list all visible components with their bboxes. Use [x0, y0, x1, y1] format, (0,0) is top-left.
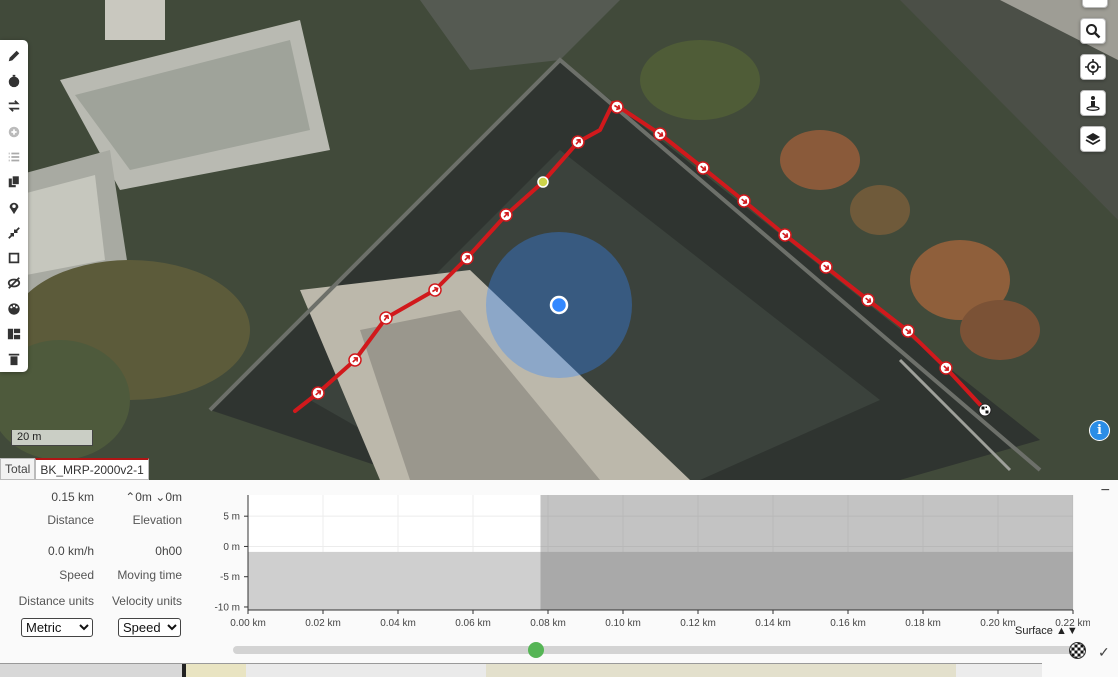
x-tick-label: 0.16 km — [830, 618, 866, 629]
x-tick-label: 0.14 km — [755, 618, 791, 629]
map-controls — [1080, 18, 1108, 162]
edit-toolbar — [0, 40, 28, 372]
x-tick-label: 0.12 km — [680, 618, 716, 629]
palette-icon[interactable] — [0, 296, 28, 321]
crop-icon[interactable] — [0, 246, 28, 271]
speed-label: Speed — [59, 568, 94, 582]
satellite-imagery — [0, 0, 1118, 480]
x-tick-label: 0.18 km — [905, 618, 941, 629]
x-tick-label: 0.00 km — [230, 618, 266, 629]
slider-thumb[interactable] — [527, 642, 544, 658]
moving-time-label: Moving time — [117, 568, 182, 582]
distance-units-select[interactable]: Metric — [21, 618, 93, 637]
zoom-control[interactable] — [1082, 0, 1108, 8]
x-tick-label: 0.04 km — [380, 618, 416, 629]
elevation-down: 0m — [165, 490, 182, 504]
reverse-icon[interactable] — [0, 94, 28, 119]
bottom-strip — [0, 663, 1042, 677]
velocity-units-label: Velocity units — [111, 594, 182, 608]
trash-icon[interactable] — [0, 347, 28, 372]
pencil-icon[interactable] — [0, 43, 28, 68]
list-icon[interactable] — [0, 144, 28, 169]
x-tick-label: 0.10 km — [605, 618, 641, 629]
search-icon[interactable] — [1080, 18, 1106, 44]
y-tick-label: -10 m — [214, 602, 240, 613]
x-tick-label: 0.08 km — [530, 618, 566, 629]
collapse-button[interactable]: − — [1101, 482, 1110, 500]
y-tick-label: 0 m — [223, 542, 240, 553]
layers-icon[interactable] — [1080, 126, 1106, 152]
track-tabs: Total BK_MRP-2000v2-1 — [0, 458, 149, 480]
distance-value: 0.15 km — [51, 490, 94, 504]
hide-icon[interactable] — [0, 271, 28, 296]
tab-total[interactable]: Total — [0, 458, 36, 480]
elevation-down-icon: ⌄ — [155, 490, 166, 504]
merge-icon[interactable] — [0, 321, 28, 346]
add-circle-icon[interactable] — [0, 119, 28, 144]
slider-end-icon[interactable] — [1069, 642, 1086, 659]
elevation-value: ⌃0m ⌄0m — [110, 490, 182, 504]
speed-value: 0.0 km/h — [47, 544, 94, 558]
street-view-icon[interactable] — [1080, 90, 1106, 116]
elevation-label: Elevation — [132, 513, 182, 527]
finish-marker — [978, 403, 992, 417]
collapse-icon[interactable] — [0, 220, 28, 245]
stopwatch-icon[interactable] — [0, 68, 28, 93]
elevation-panel: 0.15 km ⌃0m ⌄0m Distance Elevation 0.0 k… — [0, 480, 1118, 677]
surface-label: Surface — [1015, 625, 1053, 637]
scale-bar: 20 m — [11, 430, 93, 446]
copy-icon[interactable] — [0, 170, 28, 195]
tab-track[interactable]: BK_MRP-2000v2-1 — [35, 458, 149, 480]
y-tick-label: 5 m — [223, 512, 240, 523]
check-icon[interactable]: ✓ — [1098, 644, 1110, 661]
x-tick-label: 0.20 km — [980, 618, 1016, 629]
elevation-up: 0m — [135, 490, 152, 504]
distance-units-label: Distance units — [18, 594, 94, 608]
start-marker — [537, 176, 549, 188]
elevation-chart[interactable]: 5 m 0 m -5 m -10 m 0.00 km 0.02 km 0.04 km 0.06… — [190, 480, 1090, 640]
locate-icon[interactable] — [1080, 54, 1106, 80]
x-tick-label: 0.02 km — [305, 618, 341, 629]
elevation-up-icon: ⌃ — [125, 490, 136, 504]
surface-toggle-icon[interactable]: ▲▼ — [1056, 625, 1078, 637]
x-tick-label: 0.06 km — [455, 618, 491, 629]
distance-label: Distance — [47, 513, 94, 527]
location-marker — [549, 295, 569, 315]
velocity-units-select[interactable]: Speed — [118, 618, 181, 637]
slider-track[interactable] — [233, 646, 1078, 654]
moving-time-value: 0h00 — [155, 544, 182, 558]
selection-overlay — [540, 495, 1073, 610]
map-pin-icon[interactable] — [0, 195, 28, 220]
y-tick-label: -5 m — [220, 572, 240, 583]
map-view[interactable]: i 20 m Total BK_MRP-2000v2-1 — [0, 0, 1118, 480]
info-icon[interactable]: i — [1089, 420, 1110, 441]
track-statistics: 0.15 km ⌃0m ⌄0m Distance Elevation 0.0 k… — [0, 480, 190, 660]
